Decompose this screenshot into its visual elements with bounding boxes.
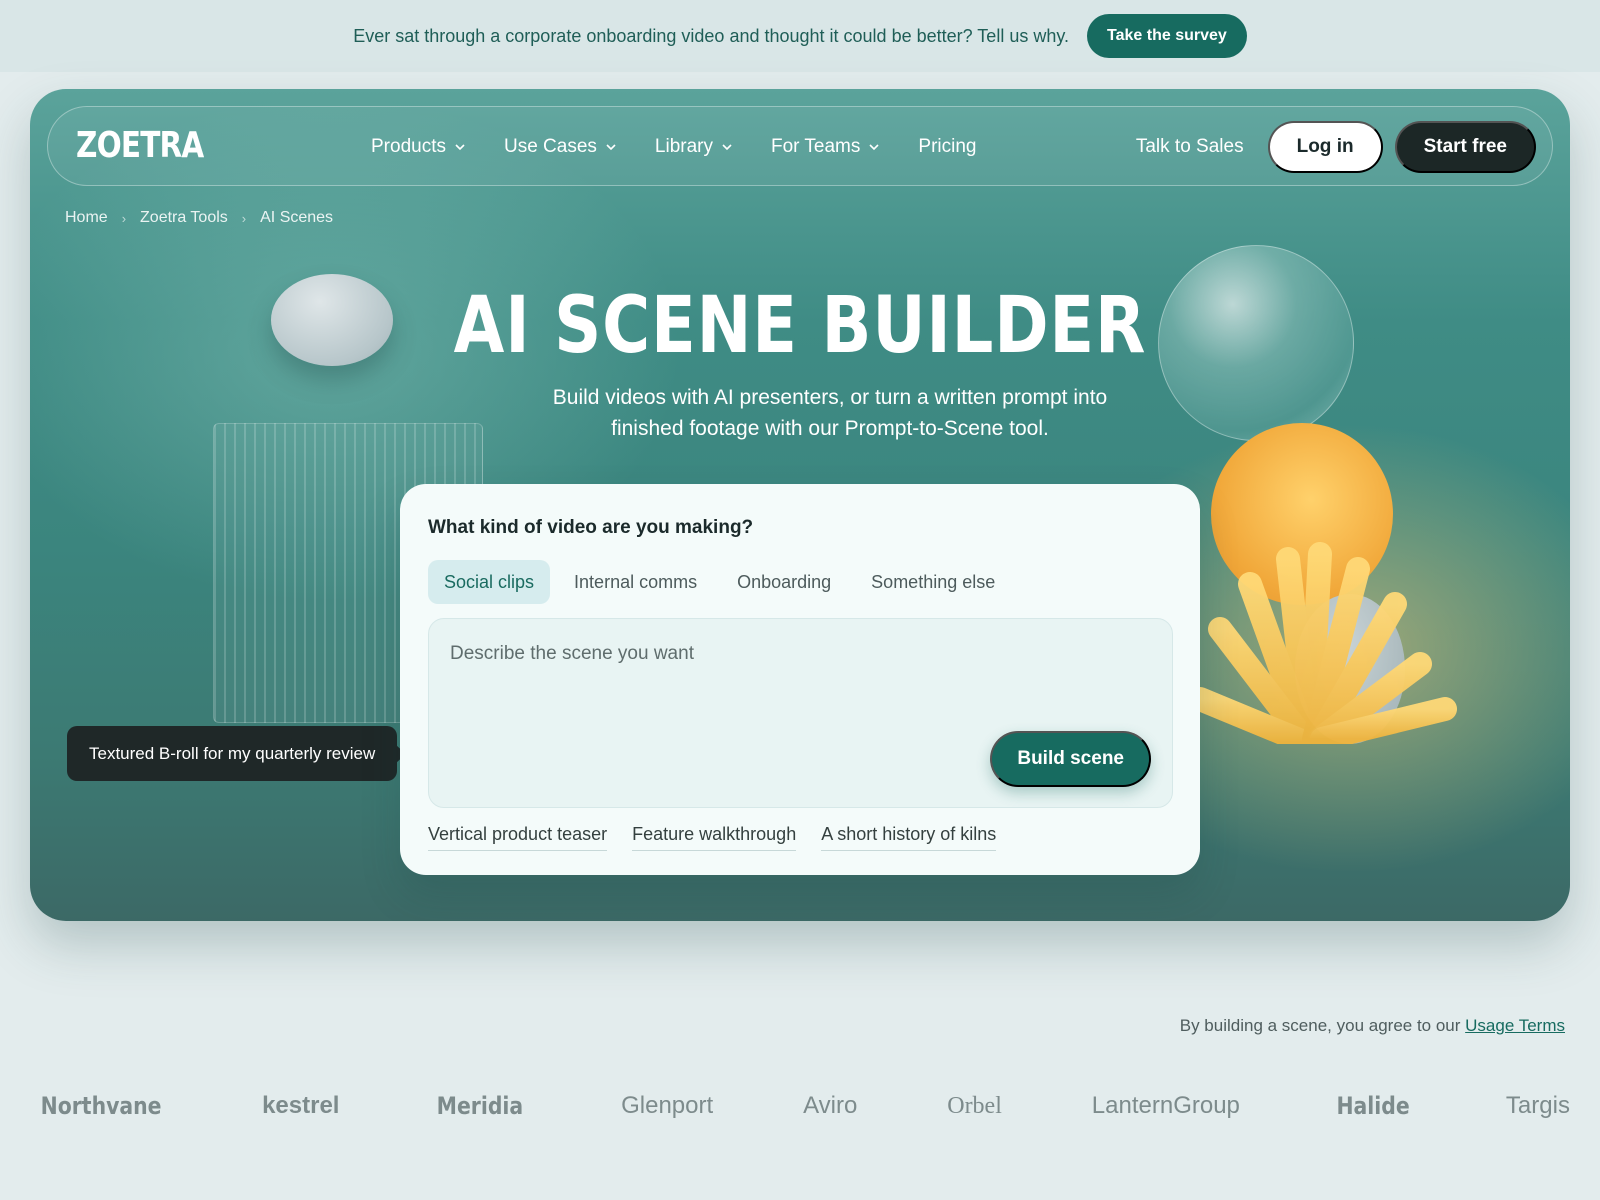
nav-label: Library: [654, 136, 713, 157]
chevron-right-icon: ›: [121, 210, 127, 226]
tab-internal-comms[interactable]: Internal comms: [558, 560, 713, 604]
brand-logo-targis: Targis: [1505, 1092, 1570, 1119]
terms-prefix: By building a scene, you agree to our: [1179, 1016, 1461, 1035]
announcement-bar: Ever sat through a corporate onboarding …: [0, 0, 1600, 72]
hero-subtitle-line2: finished footage with our Prompt-to-Scen…: [611, 417, 1049, 440]
nav-item-for-teams[interactable]: For Teams: [771, 136, 880, 158]
chevron-down-icon: [455, 144, 465, 151]
suggestion-chip[interactable]: A short history of kilns: [821, 824, 997, 851]
usage-terms-notice: By building a scene, you agree to our Us…: [1180, 1016, 1565, 1036]
tab-onboarding[interactable]: Onboarding: [721, 560, 847, 604]
chevron-down-icon: [606, 144, 616, 151]
brand-logo-meridia: Meridia: [437, 1092, 524, 1120]
tab-social-clips[interactable]: Social clips: [428, 560, 551, 604]
nav-label: For Teams: [770, 136, 861, 157]
breadcrumb: Home › Zoetra Tools › AI Scenes: [65, 209, 333, 227]
start-free-button[interactable]: Start free: [1394, 121, 1536, 173]
brand-logo-aviro: Aviro: [803, 1092, 858, 1119]
talk-to-sales-link[interactable]: Talk to Sales: [1136, 136, 1244, 158]
main-nav: ZOETRA Products Use Cases Library For Te…: [47, 106, 1553, 186]
zoetra-logo[interactable]: ZOETRA: [76, 125, 204, 166]
brand-logo-orbel: Orbel: [947, 1092, 1002, 1119]
announcement-text: Ever sat through a corporate onboarding …: [353, 25, 1070, 46]
brand-logo-kestrel: kestrel: [262, 1092, 340, 1119]
page-title: AI SCENE BUILDER: [453, 281, 1147, 371]
brand-logo-lanterngroup: LanternGroup: [1091, 1092, 1240, 1119]
nav-menu: Products Use Cases Library For Teams Pri…: [371, 107, 976, 187]
prompt-box: Build scene: [428, 618, 1173, 808]
brand-logo-halide: Halide: [1336, 1092, 1410, 1120]
take-survey-button[interactable]: Take the survey: [1087, 14, 1247, 58]
chevron-right-icon: ›: [241, 210, 247, 226]
suggestion-chips: Vertical product teaser Feature walkthro…: [428, 824, 997, 851]
nav-item-library[interactable]: Library: [655, 136, 733, 158]
chevron-down-icon: [722, 144, 732, 151]
video-type-tabs: Social clips Internal comms Onboarding S…: [428, 560, 1019, 604]
nav-label: Pricing: [918, 136, 977, 157]
hero-subtitle: Build videos with AI presenters, or turn…: [480, 382, 1180, 444]
breadcrumb-ai-scenes[interactable]: AI Scenes: [260, 209, 333, 227]
video-type-question: What kind of video are you making?: [428, 517, 754, 538]
hero-section: ZOETRA Products Use Cases Library For Te…: [30, 89, 1570, 921]
suggestion-chip[interactable]: Feature walkthrough: [632, 824, 797, 851]
tab-something-else[interactable]: Something else: [855, 560, 1011, 604]
nav-item-use-cases[interactable]: Use Cases: [504, 136, 617, 158]
login-button[interactable]: Log in: [1267, 121, 1383, 173]
usage-terms-link[interactable]: Usage Terms: [1465, 1016, 1565, 1035]
build-scene-button[interactable]: Build scene: [990, 731, 1151, 787]
nav-label: Products: [371, 136, 446, 157]
brand-logo-northvane: Northvane: [40, 1092, 162, 1120]
breadcrumb-zoetra-tools[interactable]: Zoetra Tools: [140, 209, 228, 227]
customer-logos: Northvane kestrel Meridia Glenport Aviro…: [30, 1085, 1570, 1127]
scene-builder-card: What kind of video are you making? Socia…: [400, 484, 1200, 875]
nav-item-pricing[interactable]: Pricing: [918, 136, 976, 158]
yellow-petals-decoration: [1188, 542, 1457, 744]
brand-logo-glenport: Glenport: [621, 1092, 714, 1119]
breadcrumb-home[interactable]: Home: [65, 209, 108, 227]
nav-item-products[interactable]: Products: [371, 136, 466, 158]
hero-subtitle-line1: Build videos with AI presenters, or turn…: [552, 386, 1108, 409]
chevron-down-icon: [869, 144, 879, 151]
nav-actions: Talk to Sales Log in Start free: [1136, 107, 1536, 187]
suggestion-chip[interactable]: Vertical product teaser: [428, 824, 608, 851]
example-prompt-tooltip: Textured B-roll for my quarterly review: [67, 726, 407, 781]
nav-label: Use Cases: [503, 136, 597, 157]
